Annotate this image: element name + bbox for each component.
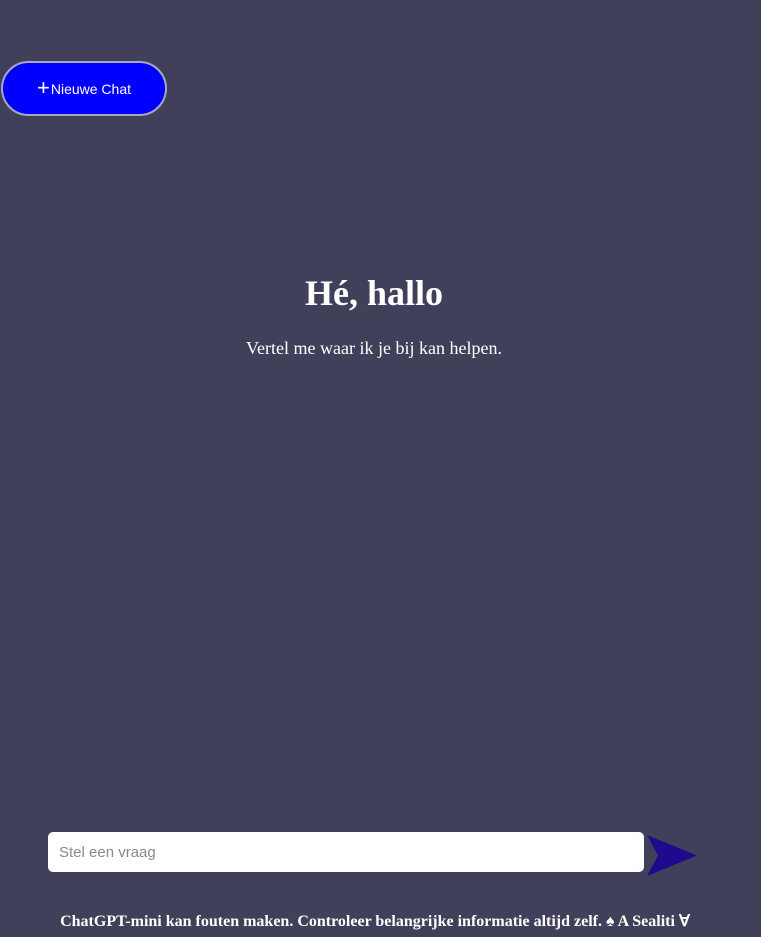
welcome-hero: Hé, hallo Vertel me waar ik je bij kan h… bbox=[0, 268, 748, 360]
send-arrow-icon[interactable] bbox=[647, 835, 697, 876]
welcome-title: Hé, hallo bbox=[304, 273, 443, 313]
new-chat-button[interactable]: + Nieuwe Chat bbox=[1, 61, 167, 116]
question-input[interactable] bbox=[48, 832, 644, 872]
plus-icon: + bbox=[36, 74, 50, 100]
welcome-subtitle: Vertel me waar ik je bij kan helpen. bbox=[246, 338, 502, 358]
footer-disclaimer: ChatGPT-mini kan fouten maken. Controlee… bbox=[60, 913, 690, 930]
new-chat-label: Nieuwe Chat bbox=[50, 80, 131, 97]
